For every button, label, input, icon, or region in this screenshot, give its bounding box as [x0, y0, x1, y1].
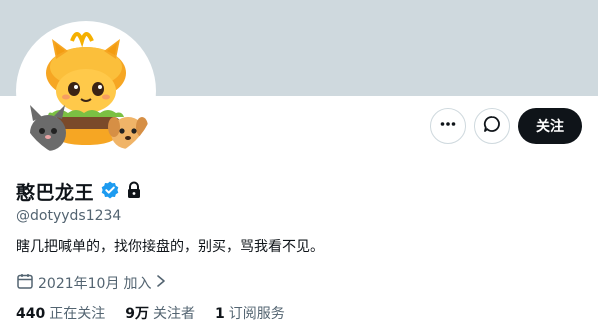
display-name: 憨巴龙王 [16, 182, 95, 204]
follow-button[interactable]: 关注 [518, 108, 582, 144]
join-date: 2021年10月 [38, 276, 120, 292]
more-button[interactable] [430, 108, 466, 144]
subscriptions-stat[interactable]: 1 订阅服务 [215, 303, 285, 323]
name-row: 憨巴龙王 [16, 178, 142, 205]
chevron-right-icon [155, 274, 167, 292]
stat-value: 440 [16, 306, 46, 322]
following-stat[interactable]: 440 正在关注 [16, 303, 105, 323]
bio-text: 瞎几把喊单的，找你接盘的，别买，骂我看不见。 [16, 239, 324, 255]
stat-label: 关注者 [152, 306, 195, 322]
join-date-row: 2021年10月 加入 [16, 272, 167, 294]
more-horizontal-icon [439, 115, 457, 137]
calendar-icon [16, 272, 34, 294]
follow-button-label: 关注 [536, 119, 564, 135]
avatar[interactable] [16, 21, 156, 161]
message-bubble-icon [482, 114, 502, 138]
stats-row: 440 正在关注 9万 关注者 1 订阅服务 [16, 303, 285, 323]
profile-actions: 关注 [430, 108, 582, 144]
stat-value: 1 [214, 306, 225, 322]
stat-label: 正在关注 [49, 306, 106, 322]
stat-label: 订阅服务 [228, 306, 285, 322]
message-button[interactable] [474, 108, 510, 144]
lock-icon [126, 181, 142, 203]
stat-value: 9万 [125, 306, 149, 322]
verified-badge-icon[interactable] [100, 180, 120, 204]
join-date-link[interactable]: 2021年10月 加入 [38, 273, 167, 293]
profile-page: 关注 憨巴龙王 @dotyyds1234 瞎几把喊单的，找你接盘的，别买，骂我看… [0, 0, 598, 335]
join-suffix: 加入 [123, 276, 152, 292]
followers-stat[interactable]: 9万 关注者 [125, 303, 195, 323]
user-handle: @dotyyds1234 [16, 208, 122, 224]
